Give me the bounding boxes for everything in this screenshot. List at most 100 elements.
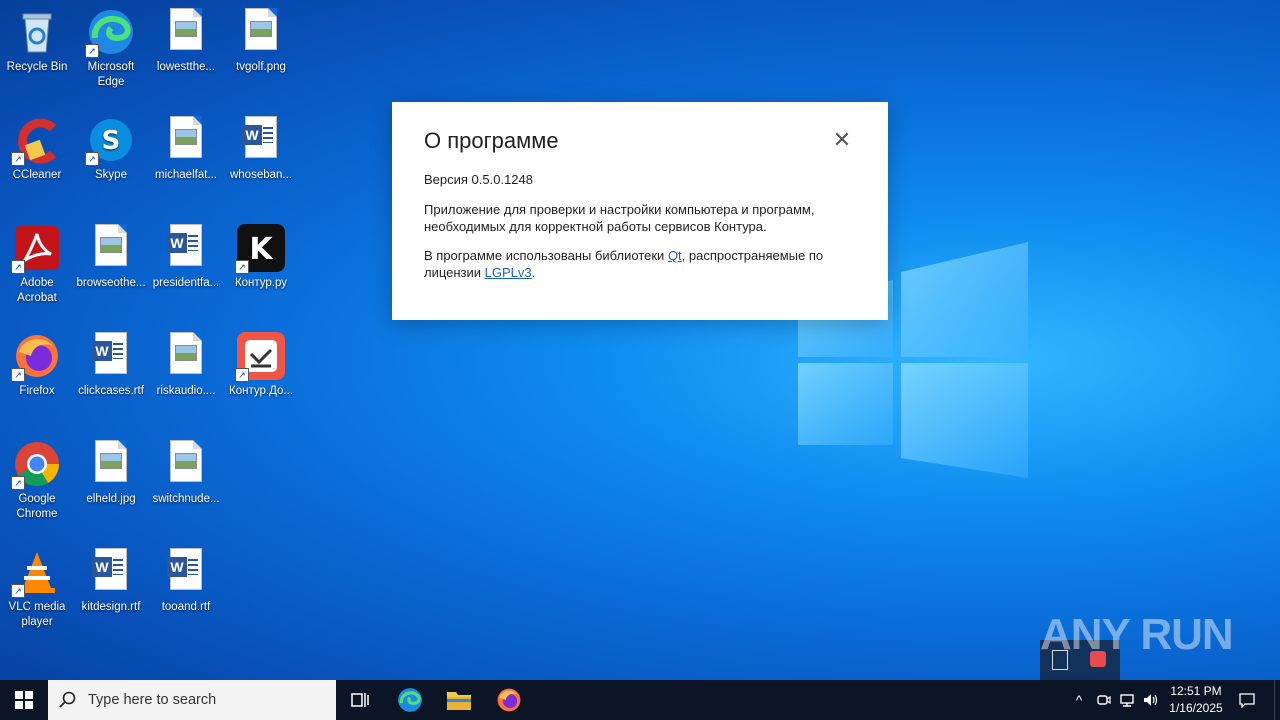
chrome-icon: ↗ — [11, 440, 61, 490]
icon-label: Контур.ру — [234, 277, 288, 289]
icon-label: Recycle Bin — [6, 61, 68, 73]
chevron-up-icon[interactable]: ^ — [1068, 680, 1090, 720]
desktop-icon-tooand[interactable]: W tooand.rtf — [149, 542, 223, 642]
word-doc-icon: W — [87, 332, 135, 380]
image-file-icon — [237, 8, 285, 56]
icon-label: presidentfa... — [152, 277, 220, 289]
libs-prefix: В программе использованы библиотеки — [424, 248, 668, 263]
image-file-icon — [162, 116, 210, 164]
show-desktop-button[interactable] — [1274, 680, 1280, 720]
svg-text:K: K — [249, 232, 274, 267]
shortcut-arrow-icon: ↗ — [235, 368, 249, 382]
desktop-icon-firefox[interactable]: ↗ Firefox — [0, 326, 74, 426]
volume-icon[interactable] — [1140, 680, 1162, 720]
desktop-icon-lowestthe[interactable]: lowestthe... — [149, 2, 223, 102]
icon-label: elheld.jpg — [86, 493, 136, 505]
libraries-text: В программе использованы библиотеки Qt, … — [424, 247, 864, 281]
icon-label: Microsoft Edge — [87, 61, 135, 88]
taskbar: Type here to search ^ 12:51 PM 1/16/2025 — [0, 680, 1280, 720]
start-button[interactable] — [0, 680, 48, 720]
ccleaner-icon: ↗ — [11, 116, 61, 166]
task-view-icon — [351, 693, 369, 707]
icon-label: clickcases.rtf — [78, 385, 144, 397]
desktop-icon-presidentfa[interactable]: W presidentfa... — [149, 218, 223, 318]
icon-label: switchnude... — [152, 493, 220, 505]
dialog-title: О программе — [424, 128, 559, 153]
taskbar-clock[interactable]: 12:51 PM 1/16/2025 — [1160, 683, 1232, 717]
icon-label: Firefox — [19, 385, 55, 397]
firefox-icon — [497, 688, 521, 712]
icon-label: kitdesign.rtf — [81, 601, 141, 613]
desktop-icon-clickcases[interactable]: W clickcases.rtf — [74, 326, 148, 426]
icon-label: riskaudio.... — [156, 385, 216, 397]
qt-link[interactable]: Qt — [668, 248, 682, 263]
icon-label: tooand.rtf — [161, 601, 211, 613]
lgpl-link[interactable]: LGPLv3 — [485, 265, 532, 280]
word-doc-icon: W — [87, 548, 135, 596]
close-icon[interactable]: ✕ — [830, 128, 854, 152]
shortcut-arrow-icon: ↗ — [11, 260, 25, 274]
shortcut-arrow-icon: ↗ — [85, 152, 99, 166]
desktop-icon-elheld[interactable]: elheld.jpg — [74, 434, 148, 534]
search-icon — [48, 680, 88, 720]
shortcut-arrow-icon: ↗ — [85, 44, 99, 58]
desktop-icon-riskaudio[interactable]: riskaudio.... — [149, 326, 223, 426]
icon-label: tvgolf.png — [236, 61, 286, 73]
word-doc-icon: W — [237, 116, 285, 164]
desktop-icon-adobe-acrobat[interactable]: ↗ Adobe Acrobat — [0, 218, 74, 318]
shortcut-arrow-icon: ↗ — [235, 260, 249, 274]
shortcut-arrow-icon: ↗ — [11, 368, 25, 382]
edge-icon — [398, 688, 422, 712]
desktop-icon-recycle-bin[interactable]: Recycle Bin — [0, 2, 74, 102]
desktop-icon-michaelfat[interactable]: michaelfat... — [149, 110, 223, 210]
meet-now-icon[interactable] — [1093, 680, 1115, 720]
image-file-icon — [87, 224, 135, 272]
image-file-icon — [162, 8, 210, 56]
libs-suffix: . — [531, 265, 536, 280]
taskbar-file-explorer-button[interactable] — [435, 680, 483, 720]
desktop-icon-ccleaner[interactable]: ↗ CCleaner — [0, 110, 74, 210]
kontur-diagnostics-icon: ↗ — [235, 332, 285, 382]
image-file-icon — [162, 440, 210, 488]
windows-icon — [15, 691, 33, 709]
image-file-icon — [87, 440, 135, 488]
desktop-icon-kontur-ru[interactable]: K ↗ Контур.ру — [224, 218, 298, 318]
icon-label: michaelfat... — [155, 169, 217, 181]
word-doc-icon: W — [162, 224, 210, 272]
desktop-icon-vlc[interactable]: ↗ VLC media player — [0, 542, 74, 642]
clock-date: 1/16/2025 — [1169, 701, 1223, 715]
clock-time: 12:51 PM — [1170, 684, 1222, 698]
shortcut-arrow-icon: ↗ — [11, 476, 25, 490]
vlc-icon: ↗ — [11, 548, 61, 598]
icon-label: Adobe Acrobat — [17, 277, 57, 304]
taskbar-edge-button[interactable] — [386, 680, 434, 720]
network-icon[interactable] — [1116, 680, 1138, 720]
recycle-bin-icon — [13, 8, 61, 56]
icon-label: browseothe... — [76, 277, 146, 289]
image-file-icon — [162, 332, 210, 380]
desktop-icon-microsoft-edge[interactable]: ↗ Microsoft Edge — [74, 2, 148, 102]
desktop-icon-kitdesign[interactable]: W kitdesign.rtf — [74, 542, 148, 642]
desktop-icon-google-chrome[interactable]: ↗ Google Chrome — [0, 434, 74, 534]
icon-label: Skype — [95, 169, 127, 181]
desktop-icon-browseothe[interactable]: browseothe... — [74, 218, 148, 318]
icon-label: Google Chrome — [16, 493, 58, 520]
word-doc-icon: W — [162, 548, 210, 596]
kontur-ru-icon: K ↗ — [235, 224, 285, 274]
task-view-button[interactable] — [336, 680, 384, 720]
desktop-icon-whoseban[interactable]: W whoseban... — [224, 110, 298, 210]
skype-icon: S ↗ — [85, 116, 135, 166]
desktop-icon-kontur-do[interactable]: ↗ Контур.До... — [224, 326, 298, 426]
desktop-icon-skype[interactable]: S ↗ Skype — [74, 110, 148, 210]
shortcut-arrow-icon: ↗ — [11, 152, 25, 166]
desktop-icon-switchnude[interactable]: switchnude... — [149, 434, 223, 534]
edge-icon: ↗ — [85, 8, 135, 58]
desktop-icon-tvgolf[interactable]: tvgolf.png — [224, 2, 298, 102]
folder-icon — [447, 692, 471, 710]
notification-icon[interactable] — [1236, 680, 1258, 720]
icon-label: CCleaner — [12, 169, 62, 181]
taskbar-firefox-button[interactable] — [485, 680, 533, 720]
firefox-icon: ↗ — [11, 332, 61, 382]
icon-label: lowestthe... — [156, 61, 216, 73]
taskbar-search-box[interactable]: Type here to search — [48, 680, 336, 720]
